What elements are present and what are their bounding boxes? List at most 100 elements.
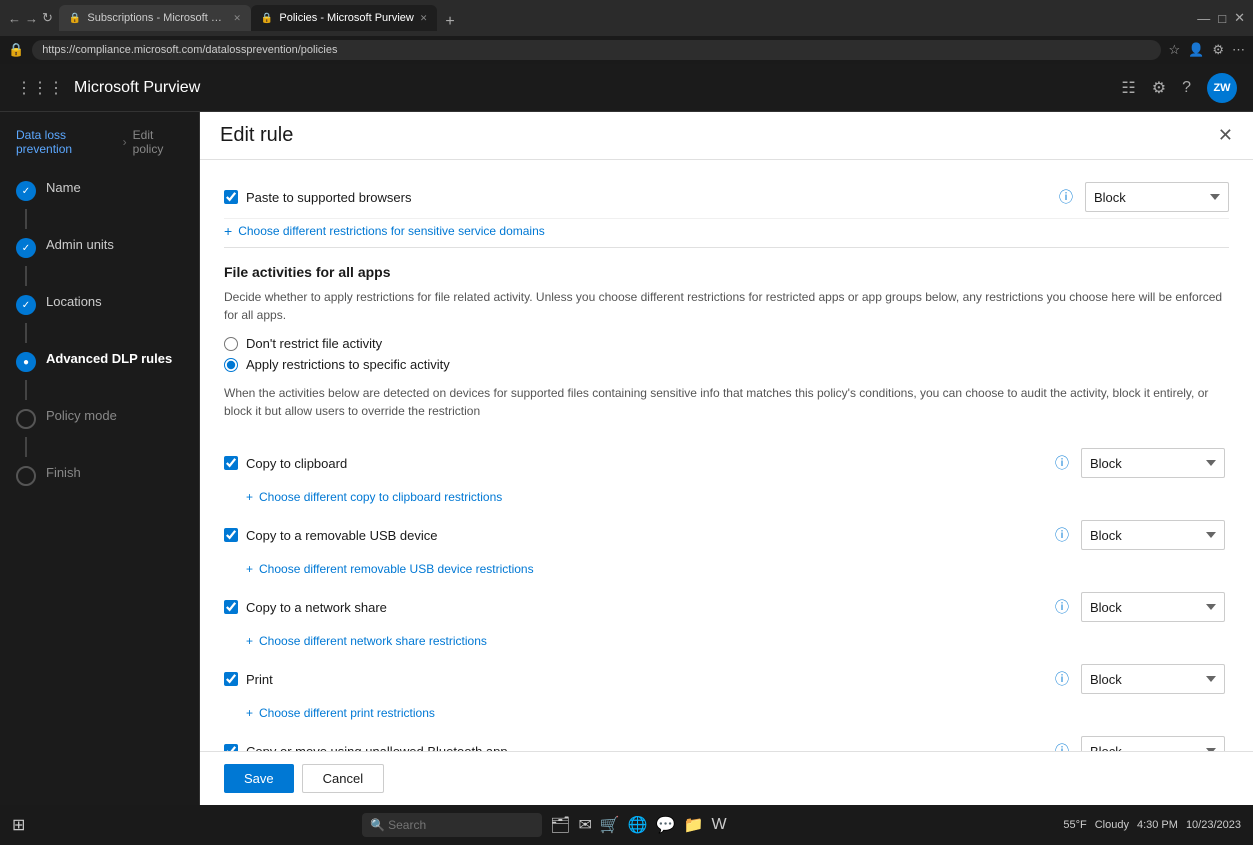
network-restriction-label: Choose different network share restricti… [259,634,487,648]
taskbar-browser[interactable]: 🌐 [628,815,648,835]
print-dropdown[interactable]: Block Audit only Block with override War… [1081,664,1225,694]
back-icon[interactable]: ← [8,11,21,26]
close-button[interactable]: ✕ [1218,125,1233,146]
usb-label: Copy to a removable USB device [246,528,437,543]
nav-icons: ☆ 👤 ⚙ ⋯ [1169,42,1246,58]
new-tab-button[interactable]: + [437,13,462,31]
settings-dots-icon[interactable]: ⋯ [1232,42,1245,58]
help-icon[interactable]: ? [1182,79,1191,97]
windows-icon[interactable]: ⊞ [12,815,25,835]
taskbar-teams[interactable]: 💬 [656,815,676,835]
taskbar-mail[interactable]: ✉ [578,815,591,835]
top-bar: ⋮⋮⋮ Microsoft Purview ☷ ⚙ ? ZW [0,64,1253,112]
profile-icon[interactable]: 👤 [1188,42,1204,58]
tab-label: Policies - Microsoft Purview [279,12,413,24]
print-left: Print [224,672,1055,687]
clipboard-dropdown[interactable]: Block Audit only Block with override War… [1081,448,1225,478]
breadcrumb: Data loss prevention › Edit policy [0,128,199,172]
forward-icon[interactable]: → [25,11,38,26]
step-label-locations: Locations [46,294,102,311]
bluetooth-checkbox[interactable] [224,744,238,751]
tab-favicon: 🔒 [261,13,273,24]
browser-chrome: ← → ↻ 🔒 Subscriptions - Microsoft 365 a.… [0,0,1253,36]
bluetooth-info-icon[interactable]: ⓘ [1055,741,1069,751]
save-button[interactable]: Save [224,764,294,793]
print-label: Print [246,672,273,687]
cancel-button[interactable]: Cancel [302,764,384,793]
sidebar-item-locations[interactable]: ✓ Locations [0,286,199,323]
print-restriction-link[interactable]: + Choose different print restrictions [224,702,1229,728]
usb-restriction-label: Choose different removable USB device re… [259,562,534,576]
plus-icon: + [224,223,232,239]
lock-icon: 🔒 [8,42,24,58]
taskbar-files[interactable]: 📁 [684,815,704,835]
settings-icon[interactable]: ⚙ [1152,78,1166,98]
app-title: Microsoft Purview [74,79,200,97]
tab-subscriptions[interactable]: 🔒 Subscriptions - Microsoft 365 a... ✕ [59,5,251,31]
paste-browsers-checkbox[interactable] [224,190,238,204]
tab-policies[interactable]: 🔒 Policies - Microsoft Purview ✕ [251,5,437,31]
clipboard-restriction-label: Choose different copy to clipboard restr… [259,490,502,504]
star-icon[interactable]: ☆ [1169,42,1181,58]
clipboard-restriction-link[interactable]: + Choose different copy to clipboard res… [224,486,1229,512]
network-dropdown[interactable]: Block Audit only Block with override War… [1081,592,1225,622]
sidebar-item-name[interactable]: ✓ Name [0,172,199,209]
taskbar-apps[interactable]: 🗂 [550,815,570,835]
taskbar-store[interactable]: 🛒 [600,815,620,835]
paste-browsers-info-icon[interactable]: ⓘ [1059,187,1073,207]
usb-checkbox[interactable] [224,528,238,542]
network-info-icon[interactable]: ⓘ [1055,597,1069,617]
taskbar-search[interactable] [362,813,542,837]
usb-dropdown[interactable]: Block Audit only Block with override War… [1081,520,1225,550]
app-logo: ⋮⋮⋮ Microsoft Purview [16,78,200,98]
apps-icon[interactable]: ☷ [1121,78,1135,98]
paste-browsers-label: Paste to supported browsers [246,190,1059,205]
print-info-icon[interactable]: ⓘ [1055,669,1069,689]
maximize-icon[interactable]: □ [1218,11,1226,26]
radio-input-dont-restrict[interactable] [224,337,238,351]
refresh-icon[interactable]: ↻ [42,10,53,26]
search-icon: 🔍 [370,818,385,832]
usb-restriction-link[interactable]: + Choose different removable USB device … [224,558,1229,584]
bluetooth-dropdown[interactable]: Block Audit only Block with override War… [1081,736,1225,751]
minimize-icon[interactable]: — [1197,11,1210,26]
print-checkbox[interactable] [224,672,238,686]
activity-copy-clipboard: Copy to clipboard ⓘ Block Audit only Blo… [224,440,1229,512]
network-checkbox[interactable] [224,600,238,614]
sidebar-item-admin-units[interactable]: ✓ Admin units [0,229,199,266]
tab-bar: 🔒 Subscriptions - Microsoft 365 a... ✕ 🔒… [59,5,1191,31]
breadcrumb-parent[interactable]: Data loss prevention [16,128,117,156]
step-label-finish: Finish [46,465,81,482]
usb-info-icon[interactable]: ⓘ [1055,525,1069,545]
sidebar-item-finish[interactable]: Finish [0,457,199,494]
sidebar: Data loss prevention › Edit policy ✓ Nam… [0,112,200,805]
activity-row-bluetooth: Copy or move using unallowed Bluetooth a… [224,728,1229,751]
print-wrapper: Print ⓘ Block Audit only Block with over… [224,664,1229,694]
avatar[interactable]: ZW [1207,73,1237,103]
step-label-admin: Admin units [46,237,114,254]
network-restriction-link[interactable]: + Choose different network share restric… [224,630,1229,656]
taskbar-right: 55°F Cloudy 4:30 PM 10/23/2023 [1063,819,1241,831]
radio-apply-restrictions[interactable]: Apply restrictions to specific activity [224,357,1229,372]
radio-dont-restrict[interactable]: Don't restrict file activity [224,336,1229,351]
clipboard-checkbox[interactable] [224,456,238,470]
extensions-icon[interactable]: ⚙ [1212,42,1224,58]
sidebar-item-advanced-dlp[interactable]: ● Advanced DLP rules [0,343,199,380]
clipboard-info-icon[interactable]: ⓘ [1055,453,1069,473]
paste-browsers-dropdown[interactable]: Block Audit only Block with override War… [1085,182,1229,212]
plus-icon-usb: + [246,562,253,576]
tab-favicon: 🔒 [69,13,81,24]
content-header: Edit rule ✕ [200,112,1253,160]
sidebar-item-policy-mode[interactable]: Policy mode [0,400,199,437]
choose-restrictions-link[interactable]: + Choose different restrictions for sens… [224,219,1229,247]
address-input[interactable] [32,40,1160,60]
radio-input-apply[interactable] [224,358,238,372]
taskbar-word[interactable]: W [712,816,727,834]
taskbar: ⊞ 🔍 🗂 ✉ 🛒 🌐 💬 📁 W 55°F Cloudy 4:30 PM 10… [0,805,1253,845]
radio-label-apply: Apply restrictions to specific activity [246,357,450,372]
tab-close[interactable]: ✕ [233,13,241,24]
window-close-icon[interactable]: ✕ [1234,10,1245,26]
browser-controls[interactable]: ← → ↻ [8,10,53,26]
tab-close[interactable]: ✕ [420,13,428,24]
waffle-icon[interactable]: ⋮⋮⋮ [16,78,64,98]
